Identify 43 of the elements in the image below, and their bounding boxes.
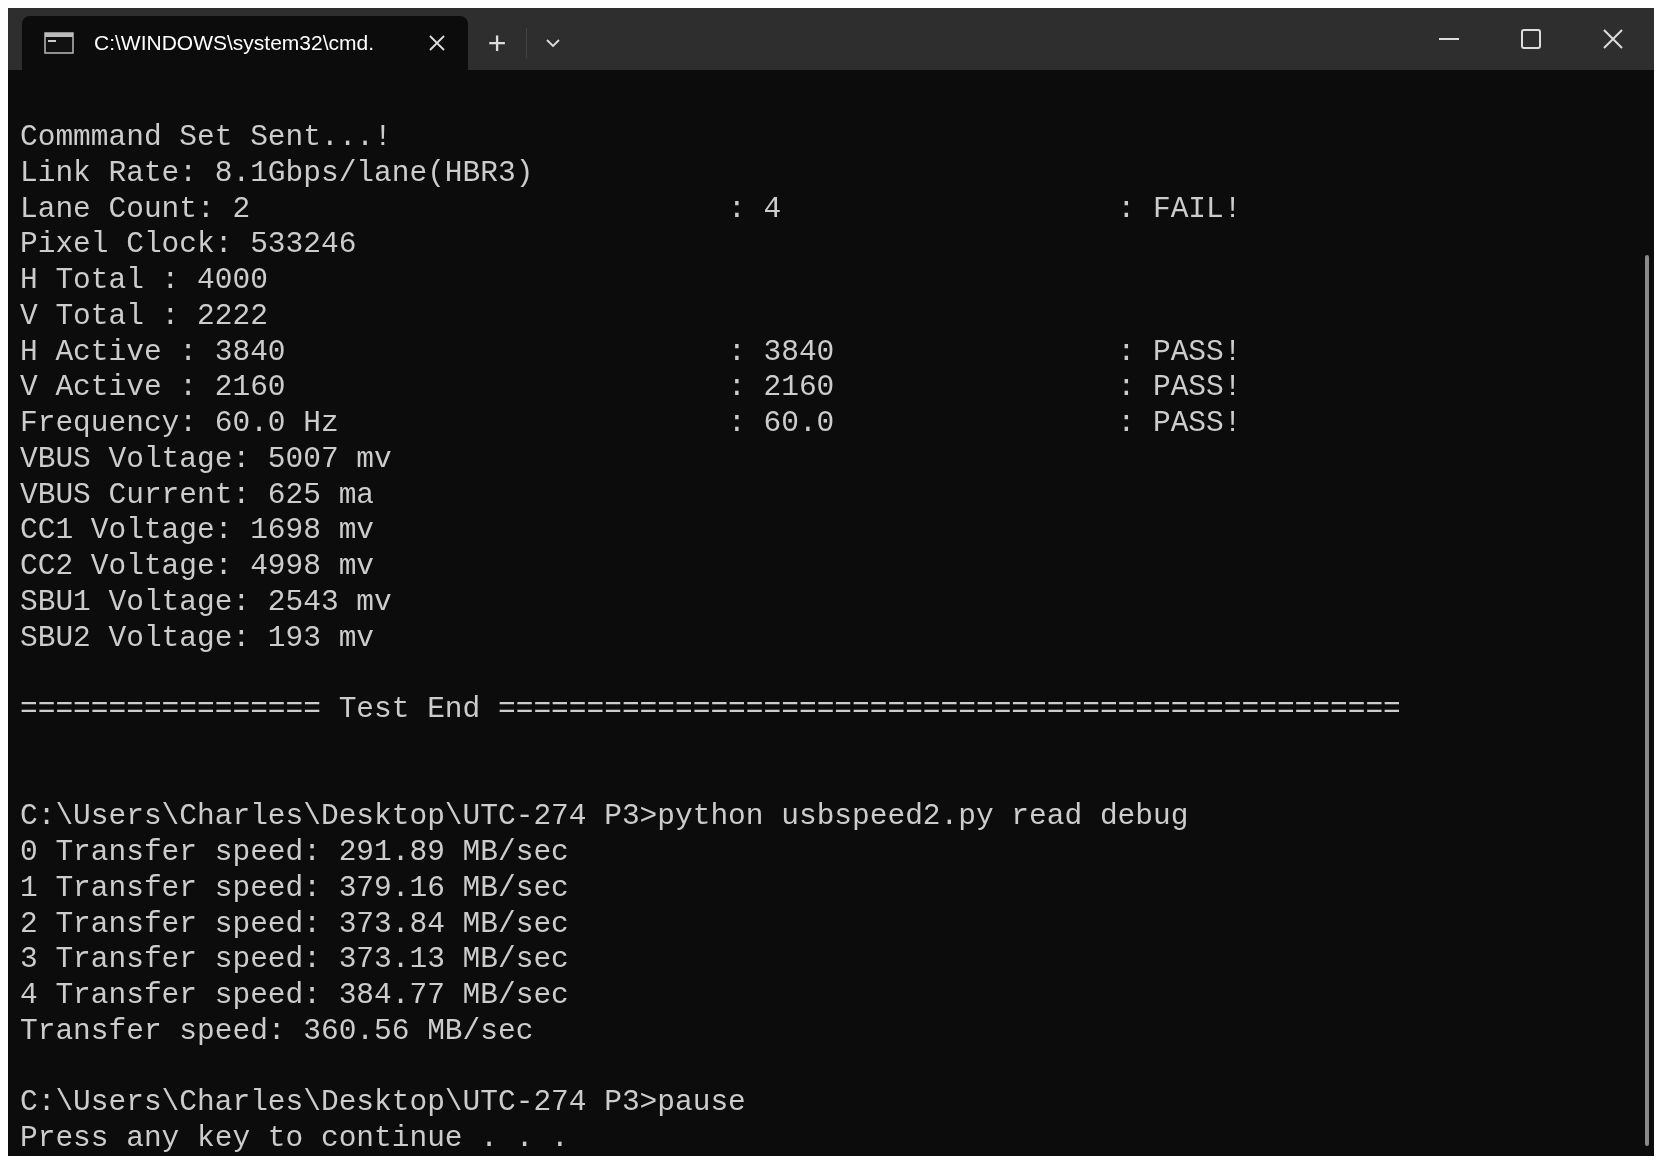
console-line: 3 Transfer speed: 373.13 MB/sec bbox=[20, 942, 569, 978]
console-line: 1 Transfer speed: 379.16 MB/sec bbox=[20, 870, 569, 907]
console-text: Frequency: 60.0 Hz bbox=[20, 406, 339, 440]
console-line: 2 Transfer speed: 373.84 MB/sec bbox=[20, 906, 569, 943]
tab[interactable]: C:\WINDOWS\system32\cmd. bbox=[22, 16, 468, 70]
console-text: : PASS! bbox=[1117, 370, 1242, 405]
console-text: : 2160 bbox=[728, 370, 835, 405]
minimize-icon[interactable] bbox=[1439, 37, 1459, 41]
console-line: V Total : 2222 bbox=[20, 298, 268, 335]
console-line: 0 Transfer speed: 291.89 MB/sec bbox=[20, 835, 569, 871]
console-text: : PASS! bbox=[1117, 406, 1242, 440]
chevron-down-icon[interactable] bbox=[545, 38, 561, 48]
console-text: Lane Count: 2 bbox=[20, 191, 251, 226]
console-line: VBUS Voltage: 5007 mv bbox=[20, 441, 392, 478]
console-text: : 4 bbox=[728, 191, 782, 226]
console-line: 4 Transfer speed: 384.77 MB/sec bbox=[20, 978, 569, 1014]
console-line: CC1 Voltage: 1698 mv bbox=[20, 513, 375, 549]
console-line: ================= Test End =================================================== bbox=[20, 692, 1401, 728]
console-text: : FAIL! bbox=[1117, 191, 1242, 226]
console-line: CC2 Voltage: 4998 mv bbox=[20, 549, 375, 585]
console-line: C:\Users\Charles\Desktop\UTC-274 P3>python usbspeed2.py read debug bbox=[20, 799, 1189, 835]
scrollbar-thumb[interactable] bbox=[1645, 255, 1649, 1146]
console-line: C:\Users\Charles\Desktop\UTC-274 P3>pause bbox=[20, 1085, 746, 1121]
new-tab-button[interactable]: + bbox=[468, 19, 526, 67]
console-text: H Active : 3840 bbox=[20, 334, 286, 369]
close-icon[interactable] bbox=[428, 34, 446, 52]
console-text: V Active : 2160 bbox=[20, 370, 286, 405]
console-line: VBUS Current: 625 ma bbox=[20, 477, 375, 514]
console-line: SBU2 Voltage: 193 mv bbox=[20, 620, 375, 657]
tab-title: C:\WINDOWS\system32\cmd. bbox=[94, 30, 375, 57]
console-line: Commmand Set Sent...! bbox=[20, 120, 392, 156]
console-line: Transfer speed: 360.56 MB/sec bbox=[20, 1013, 534, 1050]
console-text: : 3840 bbox=[728, 334, 835, 369]
console-text: : PASS! bbox=[1117, 334, 1242, 369]
close-icon[interactable] bbox=[1603, 29, 1623, 49]
maximize-icon[interactable] bbox=[1521, 29, 1541, 49]
console-line: Press any key to continue . . . bbox=[20, 1121, 569, 1156]
terminal-icon bbox=[44, 32, 74, 54]
console-line: Pixel Clock: 533246 bbox=[20, 227, 357, 263]
console-line: SBU1 Voltage: 2543 mv bbox=[20, 584, 392, 621]
console-text: : 60.0 bbox=[728, 406, 835, 440]
console-line: H Total : 4000 bbox=[20, 263, 268, 299]
console-line: Link Rate: 8.1Gbps/lane(HBR3) bbox=[20, 155, 534, 192]
